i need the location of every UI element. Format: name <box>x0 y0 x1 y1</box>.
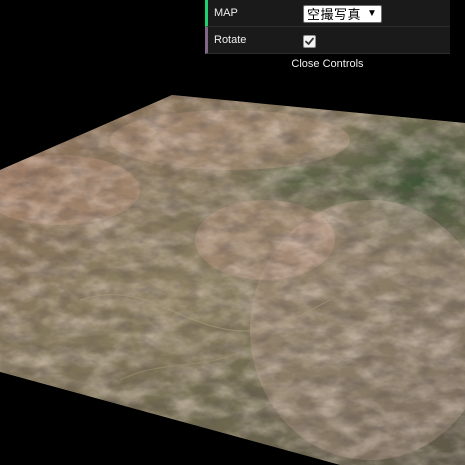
chevron-down-icon: ▼ <box>367 7 377 19</box>
checkmark-icon <box>305 37 314 45</box>
rotate-checkbox[interactable] <box>303 34 316 48</box>
map-option-row: MAP 空撮写真 ▼ <box>205 0 450 27</box>
controls-panel: MAP 空撮写真 ▼ Rotate Close Controls <box>205 0 450 74</box>
map-select-value: 空撮写真 <box>307 7 362 22</box>
rotate-option-row: Rotate <box>205 27 450 54</box>
map-label: MAP <box>214 7 238 19</box>
close-controls-button[interactable]: Close Controls <box>205 54 450 74</box>
rotate-label: Rotate <box>214 34 247 46</box>
map-select[interactable]: 空撮写真 ▼ <box>303 4 382 23</box>
